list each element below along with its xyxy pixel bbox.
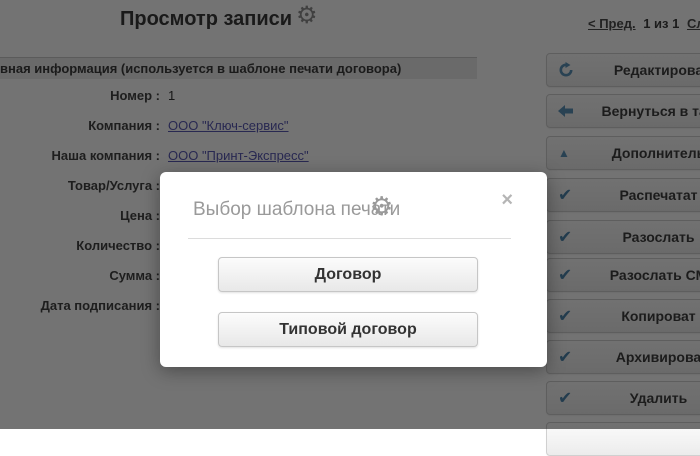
print-template-dialog: Выбор шаблона печати ⚙ × Договор Типовой… <box>160 172 547 367</box>
template-button-contract[interactable]: Договор <box>218 257 478 292</box>
dialog-divider <box>188 238 511 239</box>
template-button-standard-contract[interactable]: Типовой договор <box>218 312 478 347</box>
dialog-gear-icon[interactable]: ⚙ <box>370 193 393 219</box>
close-icon[interactable]: × <box>501 190 513 210</box>
